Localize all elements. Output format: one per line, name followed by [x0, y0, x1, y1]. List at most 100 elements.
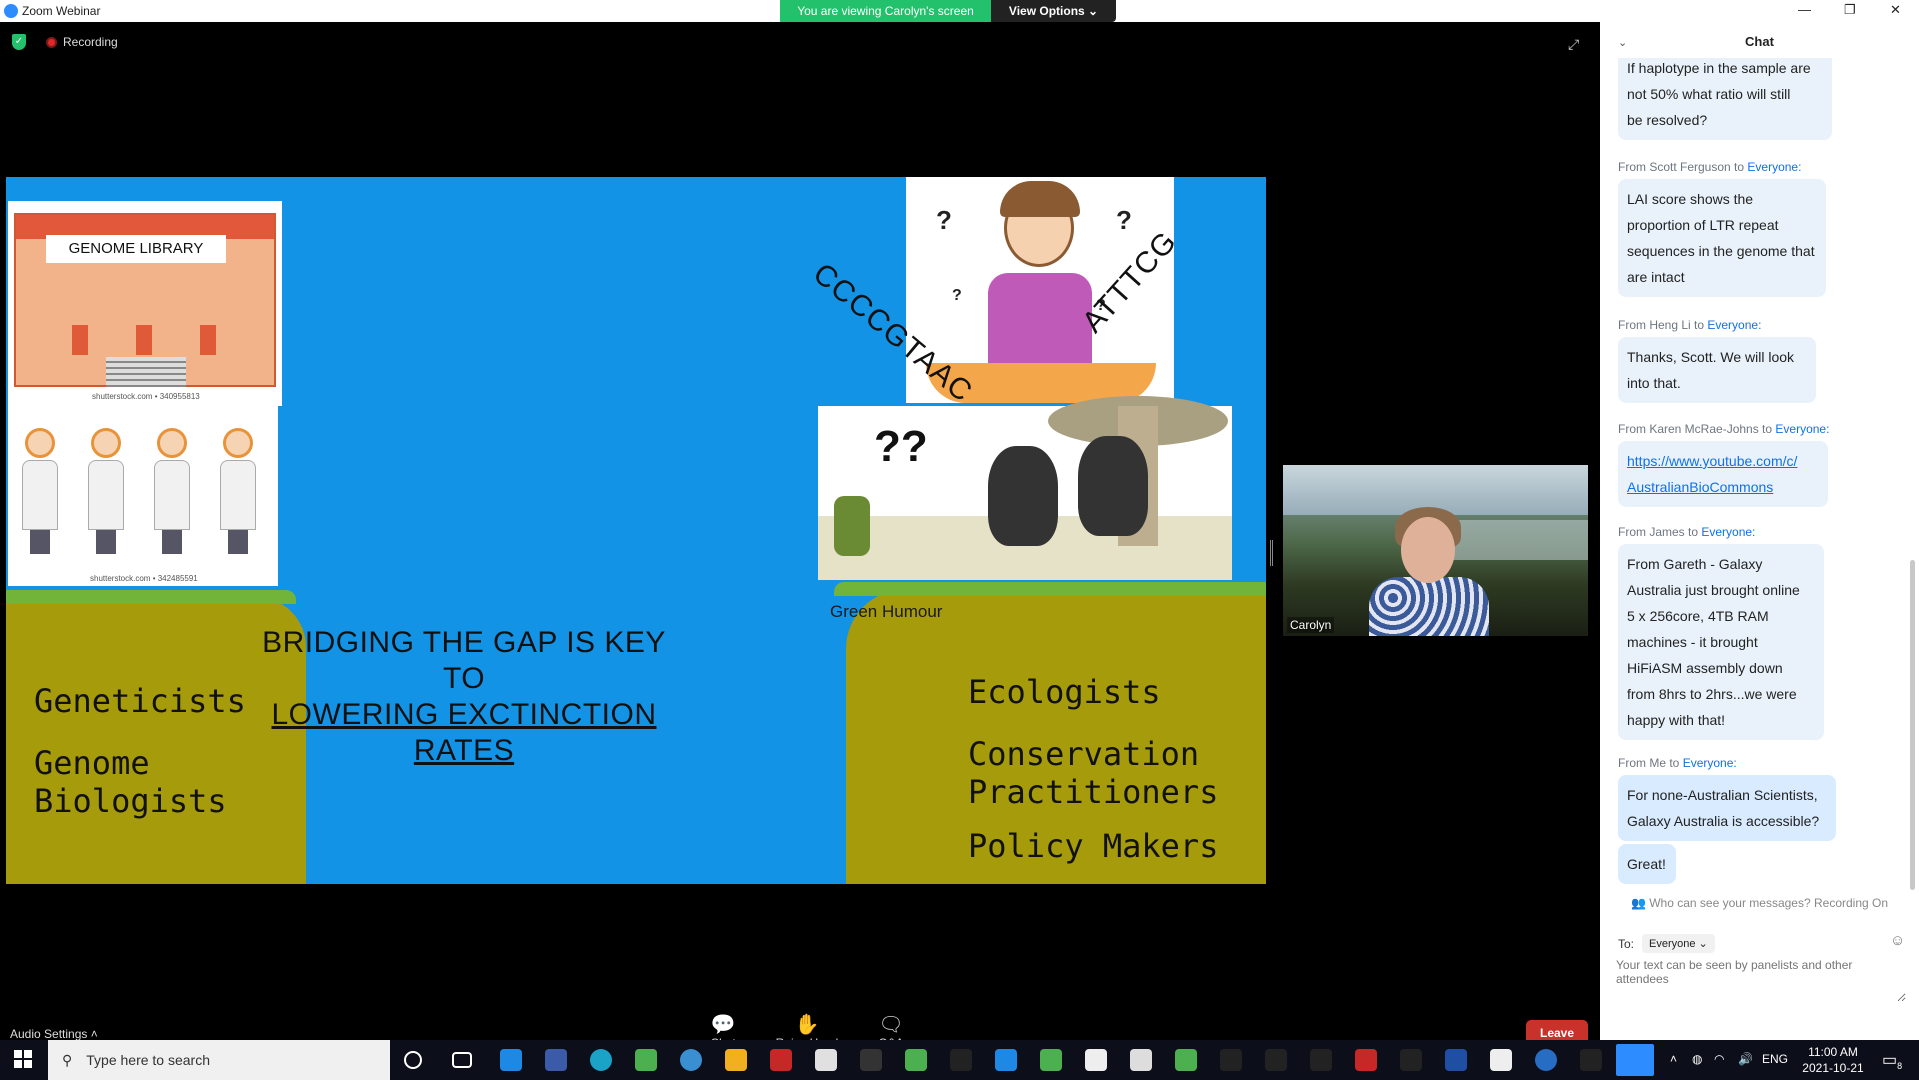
clock-time: 11:00 AM [1808, 1045, 1858, 1059]
chat-message-bubble: Thanks, Scott. We will look into that. [1618, 337, 1816, 403]
internet-explorer-icon[interactable] [500, 1049, 522, 1071]
wifi-icon[interactable]: ◠ [1714, 1052, 1724, 1066]
app-icon[interactable] [995, 1049, 1017, 1071]
windows-taskbar: ⚲ Type here to search ˄ ◍ ◠ 🔊 ENG 11:00 … [0, 1040, 1919, 1080]
chat-message-bubble: LAI score shows the proportion of LTR re… [1618, 179, 1826, 297]
app-icon[interactable] [680, 1049, 702, 1071]
app-icon[interactable] [860, 1049, 882, 1071]
library-steps [106, 357, 186, 387]
app-icon[interactable] [1580, 1049, 1602, 1071]
headline-line-2: LOWERING EXCTINCTION RATES [271, 698, 657, 767]
app-icon[interactable] [1040, 1049, 1062, 1071]
app-icon[interactable] [1355, 1049, 1377, 1071]
chat-message-bubble: For none-Australian Scientists, Galaxy A… [1618, 775, 1836, 841]
hand-icon: ✋ [794, 1014, 820, 1036]
chat-message-bubble: If haplotype in the sample are not 50% w… [1618, 58, 1832, 140]
question-mark-icon: ? [952, 287, 962, 304]
app-icon[interactable] [545, 1049, 567, 1071]
participant-video[interactable]: Carolyn [1283, 465, 1588, 636]
minimize-icon[interactable]: — [1798, 2, 1811, 17]
chat-message-list[interactable]: If haplotype in the sample are not 50% w… [1600, 58, 1919, 890]
chat-recipient-row: To: Everyone ⌄ [1618, 934, 1715, 953]
github-icon[interactable] [1400, 1049, 1422, 1071]
volume-icon[interactable]: 🔊 [1738, 1052, 1753, 1066]
scientist-figure [88, 428, 124, 558]
bear-figure [988, 446, 1058, 546]
chevron-up-icon[interactable]: ˄ [1670, 1052, 1677, 1066]
record-dot-icon [46, 36, 57, 48]
zoom-taskbar-icon[interactable] [1616, 1044, 1654, 1076]
taskbar-search[interactable]: ⚲ Type here to search [48, 1040, 390, 1080]
network-icon[interactable]: ◍ [1692, 1052, 1702, 1066]
view-options-button[interactable]: View Options ⌄ [991, 0, 1116, 22]
recording-indicator[interactable]: Recording [46, 35, 118, 49]
windows-start-icon[interactable] [14, 1050, 32, 1068]
notification-icon[interactable]: ▭8 [1882, 1050, 1902, 1071]
chat-message-sender: From Scott Ferguson to Everyone: [1618, 160, 1802, 174]
left-label-geneticists: Geneticists [34, 682, 246, 720]
screen-share-banner: You are viewing Carolyn's screen View Op… [780, 0, 1116, 22]
audio-settings-button[interactable]: Audio Settings ˄ [10, 1027, 98, 1041]
bears-question-marks: ?? [874, 422, 928, 471]
app-icon[interactable] [1085, 1049, 1107, 1071]
recipient-select[interactable]: Everyone ⌄ [1642, 934, 1715, 953]
split-resize-handle[interactable] [1270, 540, 1273, 566]
chat-input[interactable] [1616, 958, 1906, 1002]
search-icon: ⚲ [62, 1051, 73, 1068]
cortana-icon[interactable] [404, 1051, 422, 1069]
emoji-icon[interactable]: ☺ [1890, 932, 1905, 949]
app-icon[interactable] [1490, 1049, 1512, 1071]
fullscreen-icon[interactable]: ⤢ [1568, 36, 1579, 53]
language-indicator[interactable]: ENG [1762, 1052, 1788, 1066]
close-icon[interactable]: ✕ [1890, 2, 1901, 18]
restore-icon[interactable]: ❐ [1844, 2, 1856, 18]
app-icon[interactable] [1265, 1049, 1287, 1071]
bears-cartoon-image: ?? [818, 396, 1232, 580]
video-face [1401, 517, 1455, 583]
bears-caption: Green Humour [830, 602, 943, 621]
task-view-icon[interactable] [452, 1052, 472, 1068]
chat-scrollbar[interactable] [1910, 560, 1915, 890]
bear-figure [1078, 436, 1148, 536]
chevron-up-icon: ˄ [90, 1027, 98, 1041]
app-icon[interactable] [905, 1049, 927, 1071]
app-icon[interactable] [815, 1049, 837, 1071]
scientist-figure [220, 428, 256, 558]
stock-watermark: shutterstock.com • 340955813 [92, 392, 200, 401]
genome-library-label: GENOME LIBRARY [46, 235, 226, 263]
shared-slide: GENOME LIBRARY shutterstock.com • 340955… [6, 177, 1266, 884]
app-icon[interactable] [1220, 1049, 1242, 1071]
app-icon[interactable] [1130, 1049, 1152, 1071]
notification-count: 8 [1897, 1061, 1903, 1072]
chat-message-bubble: https://www.youtube.com/c/ AustralianBio… [1618, 441, 1828, 507]
youtube-link[interactable]: https://www.youtube.com/c/ AustralianBio… [1627, 453, 1797, 495]
app-icon[interactable] [1445, 1049, 1467, 1071]
file-explorer-icon[interactable] [725, 1049, 747, 1071]
taskbar-clock[interactable]: 11:00 AM 2021-10-21 [1788, 1044, 1878, 1076]
chat-panel: — ❐ ✕ ⌄ Chat If haplotype in the sample … [1600, 0, 1919, 1040]
app-icon[interactable] [635, 1049, 657, 1071]
right-label-conservation: Conservation Practitioners [968, 735, 1219, 811]
left-label-genome-biologists: Genome Biologists [34, 744, 227, 820]
chat-message-sender: From Heng Li to Everyone: [1618, 318, 1762, 332]
app-icon[interactable] [1175, 1049, 1197, 1071]
scientist-figure [22, 428, 58, 558]
message-privacy-note[interactable]: 👥 Who can see your messages? Recording O… [1600, 896, 1919, 910]
app-icon[interactable] [1310, 1049, 1332, 1071]
zoom-app-icon [4, 4, 18, 18]
chat-message-bubble: Great! [1618, 844, 1676, 884]
right-label-ecologists: Ecologists [968, 673, 1161, 711]
app-icon[interactable] [950, 1049, 972, 1071]
window-title: Zoom Webinar [22, 4, 101, 18]
library-door [72, 325, 88, 355]
chat-bubble-icon: 💬 [710, 1014, 736, 1036]
chat-header-title: Chat [1745, 34, 1774, 49]
app-icon[interactable] [770, 1049, 792, 1071]
library-door [136, 325, 152, 355]
shield-check-icon[interactable]: ✓ [12, 34, 26, 50]
qa-icon: 🗨 [878, 1014, 904, 1036]
edge-icon[interactable] [590, 1049, 612, 1071]
scientists-image: shutterstock.com • 342485591 [8, 406, 278, 586]
r-studio-icon[interactable] [1535, 1049, 1557, 1071]
people-icon: 👥 [1630, 896, 1650, 910]
